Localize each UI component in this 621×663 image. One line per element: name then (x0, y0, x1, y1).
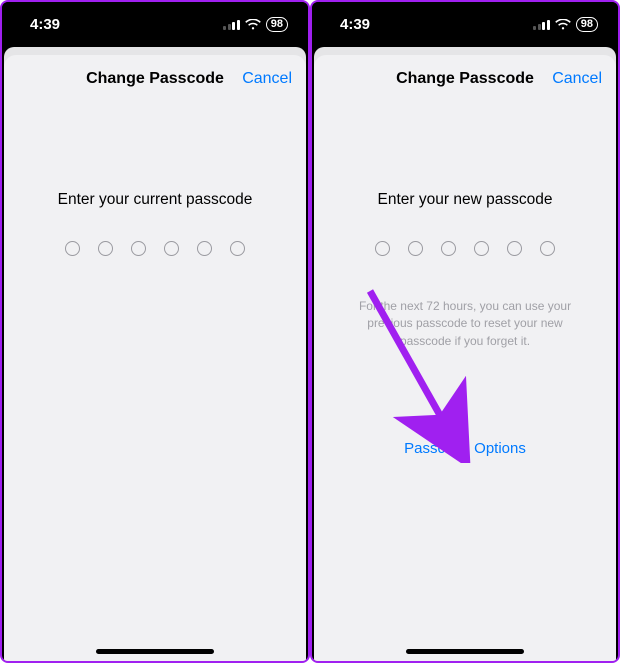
passcode-input[interactable] (65, 241, 245, 256)
status-time: 4:39 (340, 16, 370, 33)
passcode-dot (375, 241, 390, 256)
cancel-button[interactable]: Cancel (242, 70, 292, 88)
passcode-dot (197, 241, 212, 256)
passcode-dot (98, 241, 113, 256)
phone-screen-left: 4:39 98 Change Passcode Cancel Ent (0, 0, 310, 663)
home-indicator[interactable] (406, 649, 524, 654)
modal-sheet: Change Passcode Cancel Enter your new pa… (314, 55, 616, 661)
battery-icon: 98 (576, 17, 598, 32)
passcode-dot (540, 241, 555, 256)
helper-text: For the next 72 hours, you can use your … (314, 298, 616, 350)
passcode-dot (507, 241, 522, 256)
status-bar: 4:39 98 (312, 2, 618, 47)
cancel-button[interactable]: Cancel (552, 70, 602, 88)
phone-screen-right: 4:39 98 Change Passcode Cancel Ent (310, 0, 620, 663)
nav-title: Change Passcode (396, 70, 534, 88)
nav-bar: Change Passcode Cancel (314, 55, 616, 103)
content-area: Enter your new passcode For the next 72 … (314, 103, 616, 661)
wifi-icon (245, 19, 261, 31)
passcode-dot (164, 241, 179, 256)
passcode-dot (408, 241, 423, 256)
status-time: 4:39 (30, 16, 60, 33)
passcode-dot (441, 241, 456, 256)
cellular-signal-icon (533, 20, 550, 30)
status-bar: 4:39 98 (2, 2, 308, 47)
nav-bar: Change Passcode Cancel (4, 55, 306, 103)
cellular-signal-icon (223, 20, 240, 30)
modal-sheet-backdrop: Change Passcode Cancel Enter your curren… (4, 47, 306, 661)
passcode-prompt: Enter your current passcode (58, 191, 253, 209)
passcode-dot (230, 241, 245, 256)
passcode-dot (131, 241, 146, 256)
passcode-dot (65, 241, 80, 256)
battery-icon: 98 (266, 17, 288, 32)
home-indicator[interactable] (96, 649, 214, 654)
content-area: Enter your current passcode (4, 103, 306, 661)
nav-title: Change Passcode (86, 70, 224, 88)
passcode-dot (474, 241, 489, 256)
modal-sheet: Change Passcode Cancel Enter your curren… (4, 55, 306, 661)
passcode-prompt: Enter your new passcode (378, 191, 553, 209)
passcode-options-button[interactable]: Passcode Options (404, 440, 526, 457)
passcode-input[interactable] (375, 241, 555, 256)
wifi-icon (555, 19, 571, 31)
modal-sheet-backdrop: Change Passcode Cancel Enter your new pa… (314, 47, 616, 661)
